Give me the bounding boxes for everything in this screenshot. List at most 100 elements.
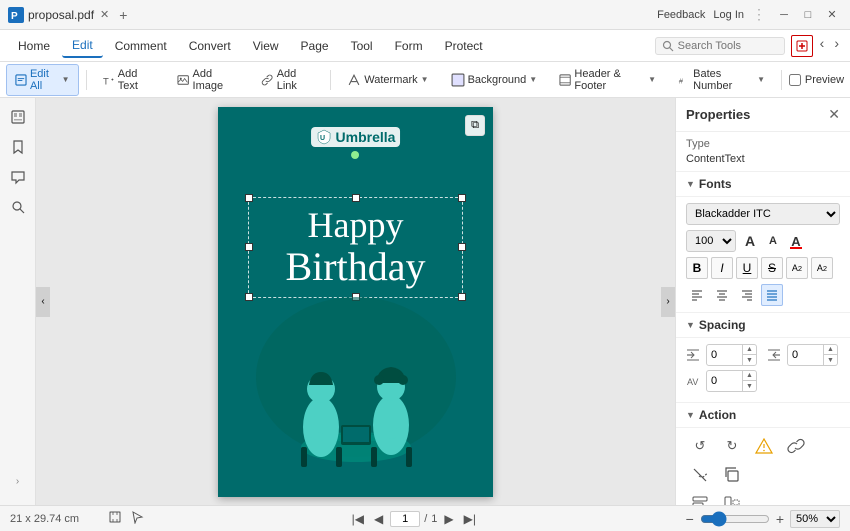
handle-tr[interactable]	[458, 194, 466, 202]
align-right-btn[interactable]	[736, 284, 758, 306]
spacing-right-up[interactable]: ▲	[823, 345, 837, 355]
handle-br[interactable]	[458, 293, 466, 301]
spacing-indent-up[interactable]: ▲	[742, 345, 756, 355]
sidebar-thumbnail-icon[interactable]	[7, 106, 29, 128]
menu-view[interactable]: View	[243, 35, 289, 57]
handle-tc[interactable]	[352, 194, 360, 202]
menu-edit[interactable]: Edit	[62, 34, 103, 58]
spacing-indent-input-group[interactable]: ▲ ▼	[706, 344, 757, 366]
current-page-input[interactable]	[390, 511, 420, 527]
spacing-av-input[interactable]	[707, 373, 742, 389]
font-large-icon[interactable]: A	[740, 231, 760, 251]
menu-tool[interactable]: Tool	[341, 35, 383, 57]
spacing-row-2: AV ▲ ▼	[686, 370, 840, 392]
page-next-arrow[interactable]: ›	[661, 287, 675, 317]
maximize-btn[interactable]: □	[798, 5, 818, 25]
italic-btn[interactable]: I	[711, 257, 733, 279]
handle-bl[interactable]	[245, 293, 253, 301]
menu-comment[interactable]: Comment	[105, 35, 177, 57]
select-tool-btn[interactable]	[130, 510, 144, 527]
last-page-btn[interactable]: ▶|	[461, 511, 479, 527]
handle-mr[interactable]	[458, 243, 466, 251]
total-pages: 1	[431, 513, 437, 525]
action-warning-icon[interactable]	[750, 434, 778, 458]
tab-close-icon[interactable]: ✕	[100, 8, 109, 21]
page-prev-arrow[interactable]: ‹	[36, 287, 50, 317]
zoom-controls: − + 50% 75% 100% 125% 150%	[684, 510, 840, 528]
zoom-slider[interactable]	[700, 511, 770, 527]
align-left-btn[interactable]	[686, 284, 708, 306]
feedback-btn[interactable]: Feedback	[657, 9, 705, 21]
sidebar-expand-arrow[interactable]: ›	[16, 476, 19, 497]
header-footer-btn[interactable]: Header & Footer ▼	[550, 64, 665, 96]
edit-all-btn[interactable]: Edit All ▼	[6, 64, 79, 96]
next-page-btn[interactable]: ▶	[441, 511, 456, 527]
zoom-select[interactable]: 50% 75% 100% 125% 150%	[790, 510, 840, 528]
action-undo-icon[interactable]: ↺	[686, 434, 714, 458]
menu-protect[interactable]: Protect	[435, 35, 493, 57]
close-btn[interactable]: ✕	[822, 5, 842, 25]
font-size-select[interactable]: 100	[686, 230, 736, 252]
bates-number-btn[interactable]: # Bates Number ▼	[669, 64, 774, 96]
bold-btn[interactable]: B	[686, 257, 708, 279]
copy-page-btn[interactable]: ⧉	[465, 115, 485, 136]
background-btn[interactable]: Background ▼	[442, 69, 547, 91]
font-color-icon[interactable]: A	[786, 231, 806, 251]
align-justify-btn[interactable]	[761, 284, 783, 306]
prev-page-btn[interactable]: ◀	[371, 511, 386, 527]
spacing-av-down[interactable]: ▼	[742, 381, 756, 391]
spacing-av-input-group[interactable]: ▲ ▼	[706, 370, 757, 392]
sidebar-comment-icon[interactable]	[7, 166, 29, 188]
fit-page-btn[interactable]	[108, 510, 122, 527]
first-page-btn[interactable]: |◀	[349, 511, 367, 527]
zoom-in-btn[interactable]: +	[774, 511, 786, 527]
text-selection-box[interactable]: Happy Birthday	[248, 197, 463, 299]
menu-home[interactable]: Home	[8, 35, 60, 57]
search-box[interactable]	[655, 37, 785, 55]
add-image-btn[interactable]: Add Image	[168, 64, 248, 96]
spacing-right-input-group[interactable]: ▲ ▼	[787, 344, 838, 366]
spacing-av-up[interactable]: ▲	[742, 371, 756, 381]
strikethrough-btn[interactable]: S	[761, 257, 783, 279]
add-text-btn[interactable]: T Add Text	[93, 64, 164, 96]
minimize-btn[interactable]: ─	[774, 5, 794, 25]
new-tab-icon[interactable]: +	[119, 7, 127, 23]
handle-ml[interactable]	[245, 243, 253, 251]
panel-close-btn[interactable]: ✕	[828, 106, 840, 123]
superscript-btn[interactable]: A2	[786, 257, 808, 279]
handle-tl[interactable]	[245, 194, 253, 202]
subscript-btn[interactable]: A2	[811, 257, 833, 279]
action-section-header[interactable]: ▼ Action	[676, 403, 850, 428]
spacing-indent-down[interactable]: ▼	[742, 355, 756, 365]
spacing-right-input[interactable]	[788, 347, 823, 363]
fonts-section-header[interactable]: ▼ Fonts	[676, 172, 850, 197]
sidebar-bookmark-icon[interactable]	[7, 136, 29, 158]
menu-form[interactable]: Form	[385, 35, 433, 57]
extra-icon-1[interactable]	[791, 35, 813, 57]
spacing-section-header[interactable]: ▼ Spacing	[676, 313, 850, 338]
spacing-indent-input[interactable]	[707, 347, 742, 363]
action-align2-icon[interactable]	[686, 490, 714, 505]
sidebar-search-icon[interactable]	[7, 196, 29, 218]
action-link-icon[interactable]	[782, 434, 810, 458]
action-redo-icon[interactable]: ↻	[718, 434, 746, 458]
search-input[interactable]	[678, 40, 778, 52]
action-more-icon[interactable]	[718, 490, 746, 505]
menu-page[interactable]: Page	[291, 35, 339, 57]
font-family-select[interactable]: Blackadder ITC	[686, 203, 840, 225]
menu-convert[interactable]: Convert	[179, 35, 241, 57]
preview-checkbox[interactable]	[789, 74, 801, 86]
font-small-icon[interactable]: A	[763, 231, 783, 251]
add-link-btn[interactable]: Add Link	[252, 64, 323, 96]
login-btn[interactable]: Log In	[713, 9, 744, 21]
underline-btn[interactable]: U	[736, 257, 758, 279]
action-copy-icon[interactable]	[718, 462, 746, 486]
zoom-out-btn[interactable]: −	[684, 511, 696, 527]
nav-back-icon[interactable]: ‹	[817, 35, 828, 57]
spacing-controls: ▲ ▼ ▲ ▼	[676, 338, 850, 403]
watermark-btn[interactable]: Watermark ▼	[338, 69, 437, 91]
spacing-right-down[interactable]: ▼	[823, 355, 837, 365]
action-unlink-icon[interactable]	[686, 462, 714, 486]
nav-forward-icon[interactable]: ›	[831, 35, 842, 57]
align-center-btn[interactable]	[711, 284, 733, 306]
